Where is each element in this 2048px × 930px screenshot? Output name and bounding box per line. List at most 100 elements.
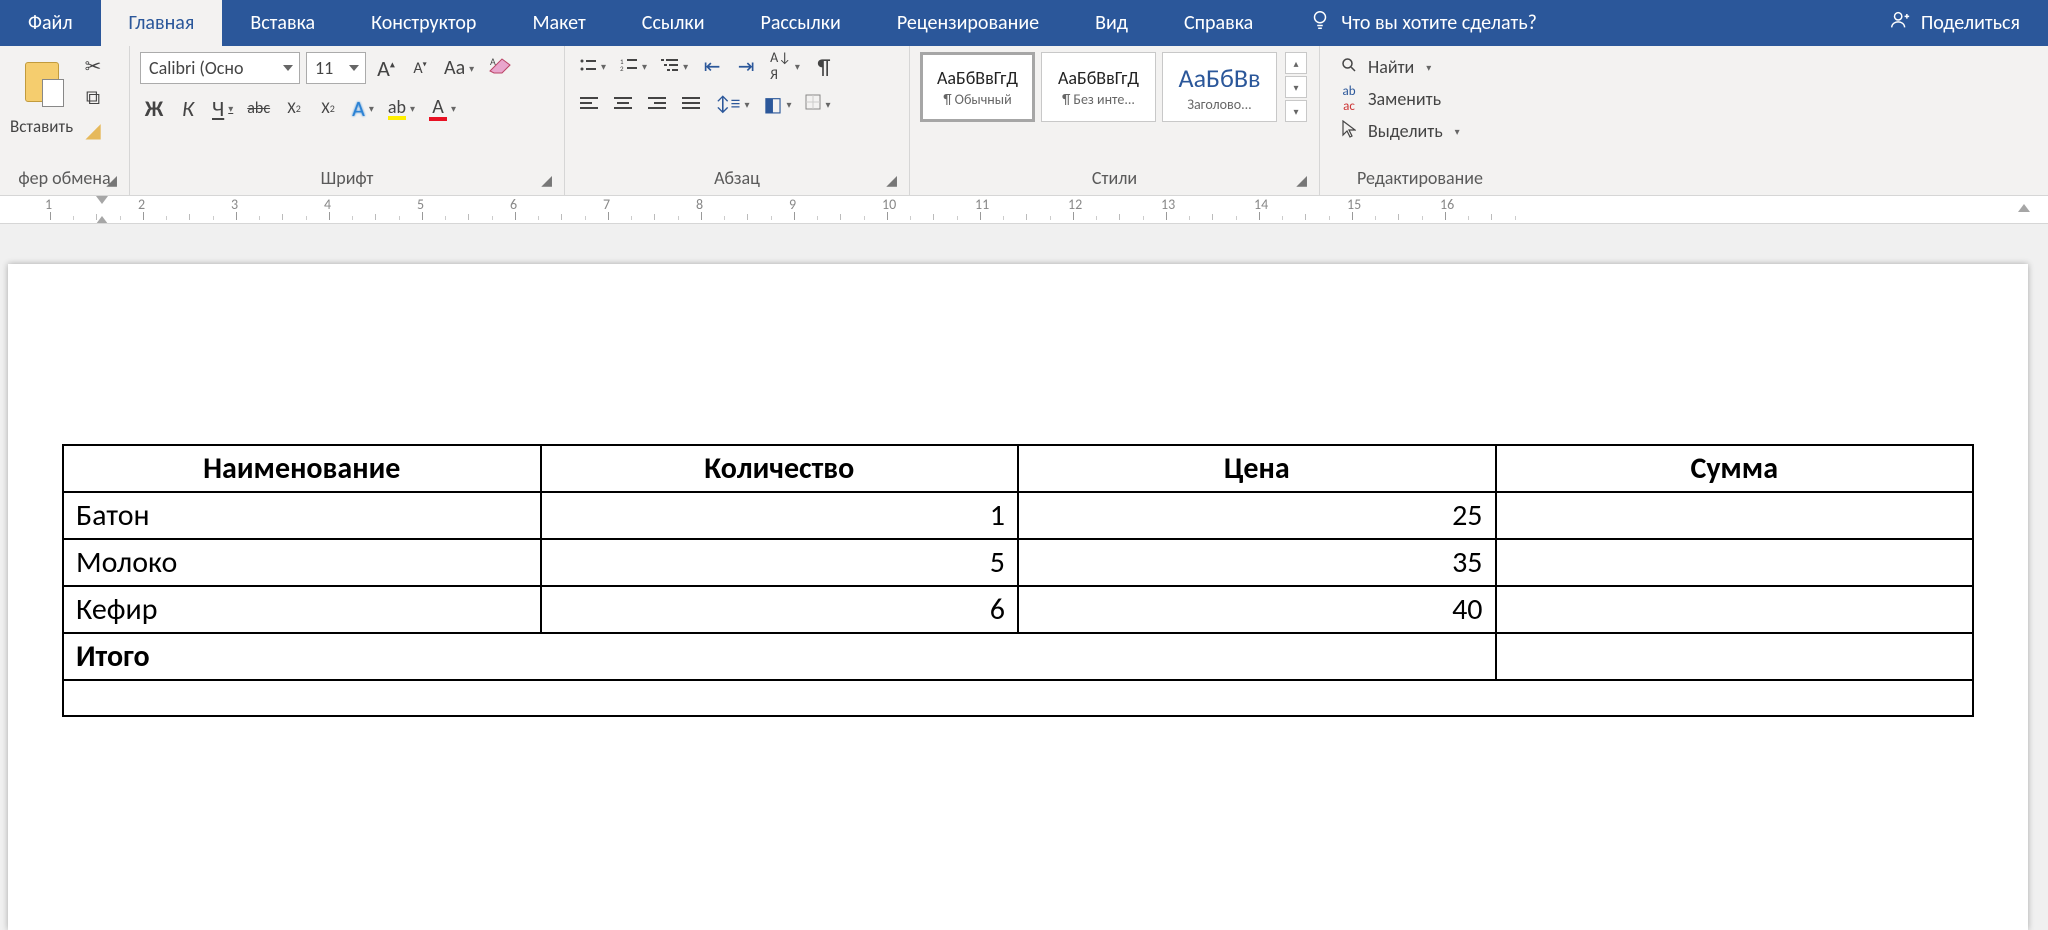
grow-font-button[interactable]: A▴ — [372, 54, 400, 82]
group-paragraph-label: Абзац◢ — [575, 163, 899, 195]
underline-button[interactable]: Ч — [208, 94, 237, 122]
align-left-button[interactable] — [575, 90, 603, 118]
change-case-button[interactable]: Aa — [440, 54, 478, 82]
share-button[interactable]: Поделиться — [1861, 0, 2048, 46]
right-indent-marker[interactable] — [2018, 204, 2030, 212]
replace-icon: abac — [1338, 84, 1360, 114]
numbering-button[interactable]: 12 — [616, 52, 651, 80]
justify-icon — [682, 92, 700, 116]
ruler-cm-1: 1 — [50, 196, 143, 224]
table-row[interactable]: Батон 1 25 — [63, 492, 1973, 539]
justify-button[interactable] — [677, 90, 705, 118]
cell-sum[interactable] — [1496, 539, 1974, 586]
header-sum[interactable]: Сумма — [1496, 445, 1974, 492]
font-dialog-launcher[interactable]: ◢ — [541, 172, 552, 189]
tab-mailings[interactable]: Рассылки — [733, 0, 869, 46]
tab-references[interactable]: Ссылки — [614, 0, 733, 46]
bullets-button[interactable] — [575, 52, 610, 80]
paragraph-dialog-launcher[interactable]: ◢ — [886, 172, 897, 189]
borders-button[interactable] — [801, 90, 834, 118]
cell-qty[interactable]: 5 — [541, 539, 1019, 586]
tab-help[interactable]: Справка — [1156, 0, 1281, 46]
document-page[interactable]: Наименование Количество Цена Сумма Батон… — [8, 264, 2028, 930]
strikethrough-button[interactable]: abc — [243, 94, 274, 122]
shading-button[interactable]: ◧ — [760, 90, 796, 118]
styles-expand[interactable]: ▾ — [1285, 100, 1307, 122]
table-header-row[interactable]: Наименование Количество Цена Сумма — [63, 445, 1973, 492]
group-clipboard-label: фер обмена◢ — [10, 163, 119, 195]
find-button[interactable]: Найти ▾ — [1330, 52, 1439, 82]
document-viewport[interactable]: Наименование Количество Цена Сумма Батон… — [0, 224, 2048, 930]
replace-button[interactable]: abac Заменить — [1330, 84, 1449, 114]
header-price[interactable]: Цена — [1018, 445, 1496, 492]
tab-view[interactable]: Вид — [1067, 0, 1156, 46]
horizontal-ruler[interactable]: 12345678910111213141516 — [0, 196, 2048, 224]
table-row[interactable]: Кефир 6 40 — [63, 586, 1973, 633]
total-label-cell[interactable]: Итого — [63, 633, 1496, 680]
style-normal[interactable]: АаБбВвГгД ¶ Обычный — [920, 52, 1035, 122]
text-effects-button[interactable]: A — [348, 94, 378, 122]
tab-review[interactable]: Рецензирование — [869, 0, 1067, 46]
table-row[interactable]: Молоко 5 35 — [63, 539, 1973, 586]
paste-button[interactable] — [15, 52, 69, 112]
brush-icon: ◢ — [85, 118, 100, 143]
cursor-icon — [1338, 120, 1360, 143]
cell-price[interactable]: 35 — [1018, 539, 1496, 586]
cell-qty[interactable]: 6 — [541, 586, 1019, 633]
sort-button[interactable]: А↓Я — [766, 52, 804, 80]
ruler-cm-14: 14 — [1259, 196, 1352, 224]
styles-scroll-up[interactable]: ▴ — [1285, 52, 1307, 74]
cell-name[interactable]: Батон — [63, 492, 541, 539]
copy-button[interactable]: ⧉ — [79, 84, 107, 112]
tab-insert[interactable]: Вставка — [222, 0, 343, 46]
align-right-button[interactable] — [643, 90, 671, 118]
multilevel-list-button[interactable] — [657, 52, 692, 80]
format-painter-button[interactable]: ◢ — [79, 116, 107, 144]
style-heading1[interactable]: АаБбВв Заголово... — [1162, 52, 1277, 122]
data-table[interactable]: Наименование Количество Цена Сумма Батон… — [62, 444, 1974, 717]
header-name[interactable]: Наименование — [63, 445, 541, 492]
bold-button[interactable]: Ж — [140, 94, 168, 122]
increase-indent-button[interactable]: ⇥ — [732, 52, 760, 80]
clear-formatting-button[interactable]: A — [484, 54, 518, 82]
highlight-button[interactable]: ab — [384, 94, 419, 122]
total-sum-cell[interactable] — [1496, 633, 1974, 680]
italic-button[interactable]: К — [174, 94, 202, 122]
font-name-select[interactable]: Calibri (Осно — [140, 52, 300, 84]
table-total-row[interactable]: Итого — [63, 633, 1973, 680]
cell-price[interactable]: 40 — [1018, 586, 1496, 633]
font-size-select[interactable]: 11 — [306, 52, 366, 84]
styles-dialog-launcher[interactable]: ◢ — [1296, 172, 1307, 189]
superscript-button[interactable]: X2 — [314, 94, 342, 122]
shading-icon: ◧ — [764, 92, 783, 117]
tell-me-search[interactable]: Что вы хотите сделать? — [1281, 0, 1565, 46]
tab-file[interactable]: Файл — [0, 0, 101, 46]
empty-cell[interactable] — [63, 680, 1973, 716]
cell-qty[interactable]: 1 — [541, 492, 1019, 539]
decrease-indent-button[interactable]: ⇤ — [698, 52, 726, 80]
cell-sum[interactable] — [1496, 492, 1974, 539]
shrink-font-button[interactable]: A▾ — [406, 54, 434, 82]
line-spacing-button[interactable]: ↕≡ — [711, 90, 754, 118]
clipboard-dialog-launcher[interactable]: ◢ — [106, 172, 117, 189]
subscript-button[interactable]: X2 — [280, 94, 308, 122]
align-center-button[interactable] — [609, 90, 637, 118]
cell-price[interactable]: 25 — [1018, 492, 1496, 539]
tab-home[interactable]: Главная — [101, 0, 223, 46]
header-qty[interactable]: Количество — [541, 445, 1019, 492]
cell-name[interactable]: Молоко — [63, 539, 541, 586]
cell-name[interactable]: Кефир — [63, 586, 541, 633]
cut-button[interactable]: ✂ — [79, 52, 107, 80]
cell-sum[interactable] — [1496, 586, 1974, 633]
font-color-button[interactable]: A — [425, 94, 460, 122]
ruler-cm-15: 15 — [1352, 196, 1445, 224]
show-marks-button[interactable]: ¶ — [810, 52, 838, 80]
style-preview: АаБбВвГгД — [937, 67, 1018, 89]
style-no-spacing[interactable]: АаБбВвГгД ¶ Без инте... — [1041, 52, 1156, 122]
tab-layout[interactable]: Макет — [504, 0, 613, 46]
select-button[interactable]: Выделить ▾ — [1330, 116, 1468, 146]
tab-design[interactable]: Конструктор — [343, 0, 504, 46]
table-empty-row[interactable] — [63, 680, 1973, 716]
styles-scroll-down[interactable]: ▾ — [1285, 76, 1307, 98]
grow-font-icon: A▴ — [377, 55, 395, 82]
